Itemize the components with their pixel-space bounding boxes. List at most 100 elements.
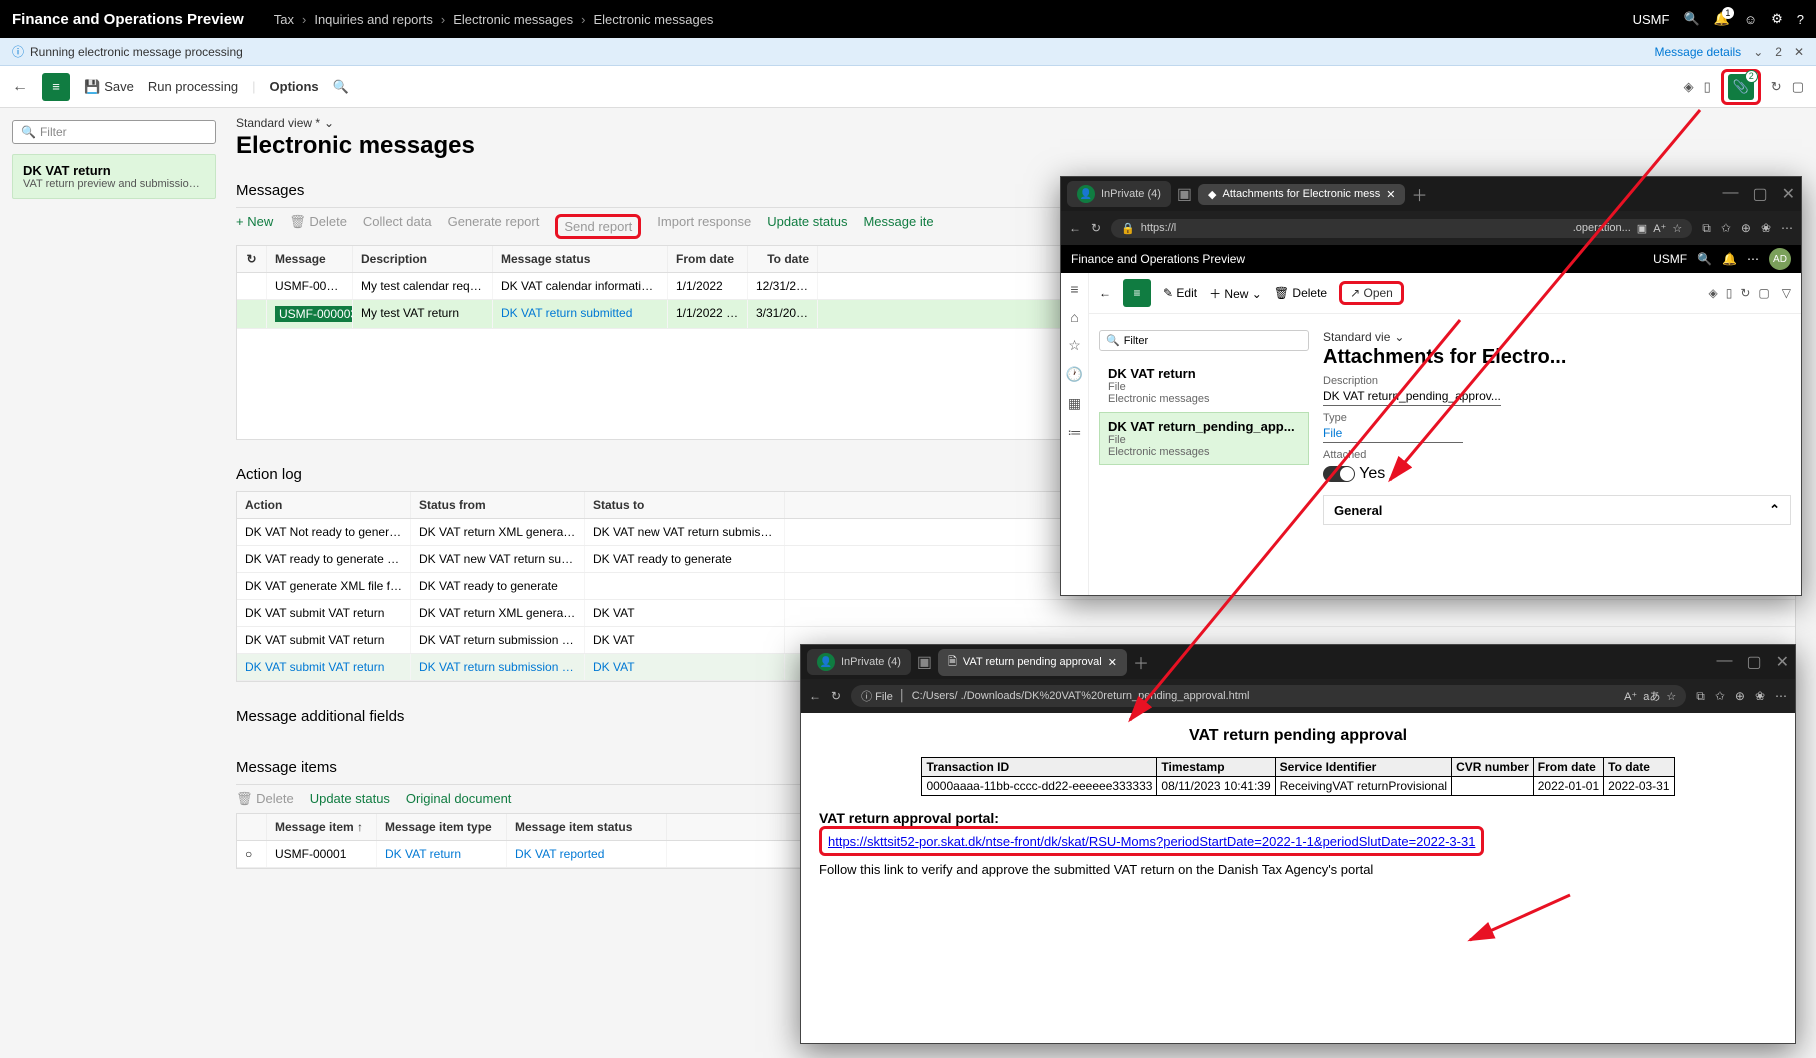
nav-menu-button[interactable]: ≡: [1123, 279, 1151, 307]
vat-approval-link[interactable]: https://skttsit52-por.skat.dk/ntse-front…: [828, 834, 1475, 849]
col-from[interactable]: From date: [668, 246, 748, 272]
run-processing-button[interactable]: Run processing: [148, 79, 238, 94]
chevron-down-icon[interactable]: ⌄: [1753, 45, 1763, 59]
col-status-from[interactable]: Status from: [411, 492, 585, 518]
options-button[interactable]: Options: [270, 79, 319, 94]
standard-view-picker[interactable]: Standard vie ⌄: [1323, 330, 1791, 344]
import-response-button[interactable]: Import response: [657, 214, 751, 239]
search-icon[interactable]: 🔍: [333, 79, 349, 95]
refresh-icon[interactable]: ↻: [1740, 286, 1750, 300]
maximize-icon[interactable]: ▢: [1752, 184, 1767, 204]
tabs-icon[interactable]: ▣: [1177, 184, 1192, 204]
breadcrumb-item[interactable]: Inquiries and reports: [314, 12, 433, 27]
new-window-icon[interactable]: ▢: [1792, 79, 1804, 95]
book-icon[interactable]: ▯: [1726, 286, 1733, 300]
collect-data-button[interactable]: Collect data: [363, 214, 432, 239]
close-icon[interactable]: ✕: [1794, 45, 1804, 59]
breadcrumb-item[interactable]: Electronic messages: [453, 12, 573, 27]
gear-icon[interactable]: ⚙: [1771, 11, 1783, 27]
generate-report-button[interactable]: Generate report: [448, 214, 540, 239]
breadcrumb-item[interactable]: Electronic messages: [593, 12, 713, 27]
app-title: Finance and Operations Preview: [12, 11, 244, 28]
new-tab-button[interactable]: ＋: [1133, 650, 1149, 674]
clock-icon[interactable]: 🕐: [1066, 366, 1083, 383]
nav-menu-button[interactable]: ≡: [42, 73, 70, 101]
attachments-button[interactable]: 📎2: [1728, 74, 1754, 100]
col-status[interactable]: Message item status: [507, 814, 667, 840]
grid-icon[interactable]: ▦: [1068, 395, 1081, 412]
tabs-icon[interactable]: ▣: [917, 652, 932, 672]
save-button[interactable]: 💾 Save: [84, 79, 134, 95]
browser-tab[interactable]: ◆ Attachments for Electronic mess ✕: [1198, 184, 1405, 205]
standard-view-picker[interactable]: Standard view * ⌄: [236, 116, 1796, 130]
smiley-icon[interactable]: ☺: [1744, 12, 1757, 27]
top-header: Finance and Operations Preview Tax› Inqu…: [0, 0, 1816, 38]
open-button[interactable]: ↗ Open: [1350, 286, 1393, 300]
new-button[interactable]: + New: [236, 214, 273, 239]
toggle[interactable]: [1323, 466, 1355, 482]
refresh-col-icon[interactable]: ↻: [237, 246, 267, 272]
search-icon[interactable]: 🔍: [1683, 11, 1699, 27]
chevron-down-icon: ⌄: [324, 116, 334, 130]
tag-icon[interactable]: ◈: [1709, 286, 1718, 300]
col-type[interactable]: Message item type: [377, 814, 507, 840]
avatar[interactable]: AD: [1769, 248, 1791, 270]
new-button[interactable]: ＋ New ⌄: [1209, 285, 1262, 302]
col-message[interactable]: Message: [267, 246, 353, 272]
more-icon[interactable]: ⋯: [1747, 252, 1759, 266]
back-button[interactable]: ←: [1099, 286, 1111, 300]
col-status[interactable]: Message status: [493, 246, 668, 272]
back-icon[interactable]: ←: [1069, 221, 1081, 235]
delete-button[interactable]: 🗑 Delete: [289, 214, 347, 239]
bell-icon[interactable]: 🔔1: [1714, 11, 1730, 27]
message-details-link[interactable]: Message details: [1654, 45, 1741, 59]
minimize-icon[interactable]: —: [1722, 184, 1738, 204]
sidebar-item-dk-vat[interactable]: DK VAT return VAT return preview and sub…: [12, 154, 216, 199]
url-bar[interactable]: ⓘ File │ C:/Users/ ./Downloads/DK%20VAT%…: [851, 685, 1686, 707]
update-status-button[interactable]: Update status: [767, 214, 847, 239]
tag-icon[interactable]: ◈: [1684, 79, 1694, 95]
col-action[interactable]: Action: [237, 492, 411, 518]
attachment-item[interactable]: DK VAT return File Electronic messages: [1099, 359, 1309, 412]
col-to[interactable]: To date: [748, 246, 818, 272]
refresh-icon[interactable]: ↻: [1091, 221, 1101, 235]
sidebar-filter-input[interactable]: 🔍 Filter: [12, 120, 216, 144]
book-icon[interactable]: ▯: [1704, 79, 1711, 95]
col-desc[interactable]: Description: [353, 246, 493, 272]
message-items-button[interactable]: Message ite: [863, 214, 933, 239]
update-status-button[interactable]: Update status: [310, 791, 390, 807]
refresh-icon[interactable]: ↻: [1771, 79, 1782, 95]
col-status-to[interactable]: Status to: [585, 492, 785, 518]
home-icon[interactable]: ⌂: [1070, 309, 1078, 325]
new-tab-button[interactable]: ＋: [1411, 182, 1427, 206]
menu-icon[interactable]: ≡: [1070, 281, 1078, 297]
filter-input[interactable]: 🔍 Filter: [1099, 330, 1309, 351]
help-icon[interactable]: ?: [1797, 12, 1804, 27]
back-button[interactable]: ←: [12, 78, 28, 96]
url-bar[interactable]: 🔒 https://l .operation... ▣A⁺☆: [1111, 219, 1692, 238]
bell-icon[interactable]: 🔔: [1722, 252, 1737, 266]
original-document-button[interactable]: Original document: [406, 791, 512, 807]
close-icon[interactable]: ✕: [1782, 184, 1795, 204]
new-window-icon[interactable]: ▢: [1758, 286, 1769, 300]
browser-tab[interactable]: 🗎 VAT return pending approval ✕: [938, 649, 1127, 676]
refresh-icon[interactable]: ↻: [831, 689, 841, 703]
minimize-icon[interactable]: —: [1716, 652, 1732, 672]
delete-button[interactable]: 🗑 Delete: [236, 791, 294, 807]
close-icon[interactable]: ✕: [1776, 652, 1789, 672]
search-icon[interactable]: 🔍: [1697, 252, 1712, 266]
edit-button[interactable]: ✎ Edit: [1163, 286, 1197, 300]
table-row[interactable]: DK VAT submit VAT returnDK VAT return XM…: [237, 600, 1795, 627]
star-icon[interactable]: ☆: [1068, 337, 1081, 354]
general-expander[interactable]: General⌃: [1323, 495, 1791, 525]
list-icon[interactable]: ≔: [1068, 424, 1082, 441]
delete-button[interactable]: 🗑 Delete: [1274, 286, 1327, 300]
back-icon[interactable]: ←: [809, 689, 821, 703]
breadcrumb-item[interactable]: Tax: [274, 12, 294, 27]
company-picker[interactable]: USMF: [1633, 12, 1670, 27]
maximize-icon[interactable]: ▢: [1746, 652, 1761, 672]
filter-icon[interactable]: ▽: [1782, 286, 1791, 300]
col-item[interactable]: Message item ↑: [267, 814, 377, 840]
attachment-item[interactable]: DK VAT return_pending_app... File Electr…: [1099, 412, 1309, 465]
send-report-button[interactable]: Send report: [564, 219, 632, 234]
